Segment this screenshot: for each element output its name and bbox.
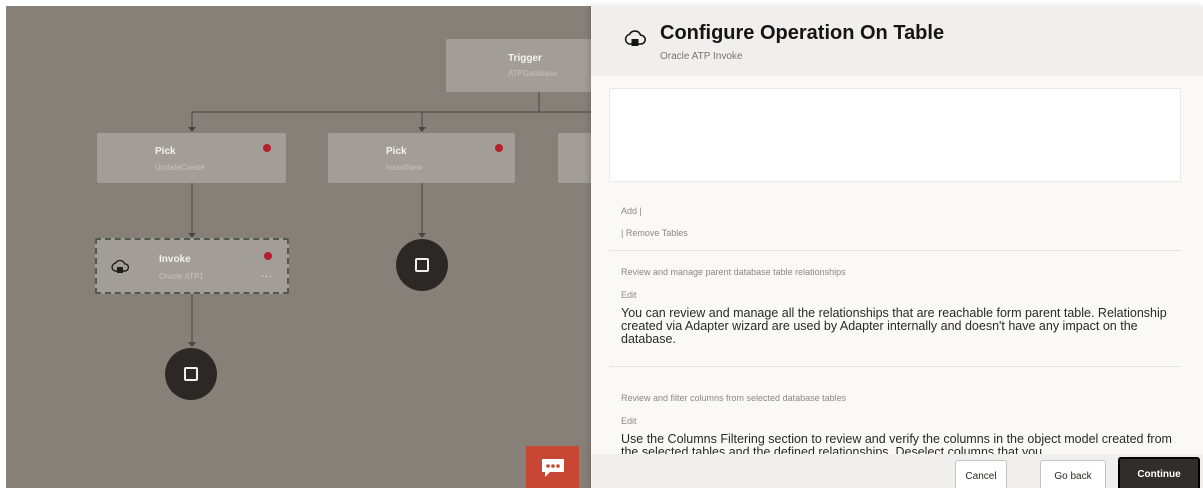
pick2-subtitle: InsertNew (386, 163, 423, 172)
drawer-footer: Cancel Go back Continue (591, 454, 1203, 488)
end-node-add-action[interactable] (396, 239, 448, 291)
pick1-title: Pick (155, 146, 176, 157)
cancel-button[interactable]: Cancel (955, 460, 1007, 488)
more-actions-icon[interactable]: ... (261, 268, 273, 280)
error-dot-icon (263, 144, 271, 152)
end-node-add-action[interactable] (165, 348, 217, 400)
error-dot-icon (264, 252, 272, 260)
relationships-description: You can review and manage all the relati… (621, 306, 1167, 346)
trigger-title: Trigger (508, 53, 542, 64)
continue-button[interactable]: Continue (1118, 457, 1200, 488)
chat-button[interactable] (526, 446, 579, 488)
error-dot-icon (495, 144, 503, 152)
drawer-content[interactable]: Add | | Remove Tables Review and manage … (609, 76, 1181, 454)
trigger-subtitle: ATPDatabase (508, 69, 558, 78)
trigger-node[interactable]: Trigger ATPDatabase (446, 39, 596, 92)
invoke-title: Invoke (159, 254, 191, 265)
relationships-heading: Review and manage parent database table … (621, 267, 846, 277)
relationships-edit-link[interactable]: Edit (621, 290, 637, 300)
columns-description: Use the Columns Filtering section to rev… (621, 432, 1172, 455)
pick1-subtitle: UpdateCreate (155, 163, 205, 172)
cloud-adapter-icon (624, 30, 646, 48)
drawer-subtitle: Oracle ATP Invoke (660, 51, 743, 62)
square-icon (415, 258, 429, 272)
drawer-header: Configure Operation On Table Oracle ATP … (591, 6, 1203, 76)
invoke-subtitle: Oracle ATP1 (159, 272, 204, 281)
cloud-adapter-icon (111, 259, 130, 275)
configure-operation-drawer: Configure Operation On Table Oracle ATP … (591, 6, 1203, 488)
section-divider (609, 250, 1181, 251)
invoke-node[interactable]: Invoke Oracle ATP1 ... (95, 238, 289, 294)
sql-text-area[interactable] (609, 88, 1181, 182)
chat-icon (542, 459, 564, 477)
go-back-button[interactable]: Go back (1040, 460, 1106, 488)
columns-edit-link[interactable]: Edit (621, 416, 637, 426)
pick2-title: Pick (386, 146, 407, 157)
pick-node-update-create[interactable]: Pick UpdateCreate (97, 133, 286, 183)
drawer-title: Configure Operation On Table (660, 22, 945, 44)
integration-canvas[interactable]: Trigger ATPDatabase Pick UpdateCreate Pi… (0, 0, 596, 488)
pick-node-insert-new[interactable]: Pick InsertNew (328, 133, 515, 183)
remove-tables-link[interactable]: | Remove Tables (621, 228, 688, 238)
section-divider (609, 366, 1181, 367)
add-tables-link[interactable]: Add | (621, 206, 642, 216)
columns-heading: Review and filter columns from selected … (621, 393, 847, 403)
square-icon (184, 367, 198, 381)
